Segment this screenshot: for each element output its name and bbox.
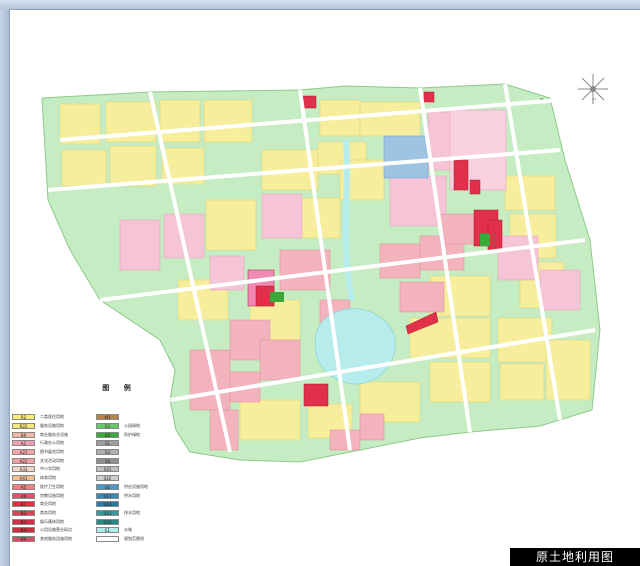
legend-item: S3 <box>96 448 148 457</box>
legend-swatch: B3 <box>12 518 35 525</box>
legend-item: U22 <box>96 517 148 526</box>
legend-item: 规划范围线 <box>96 535 148 544</box>
legend-swatch: S1 <box>96 440 119 447</box>
legend-swatch: U21 <box>96 509 119 516</box>
legend-item: B9 商业服务业设施 <box>12 430 72 439</box>
legend-swatch: R2 <box>12 414 35 421</box>
legend-item: B4 公用设施营业网点 <box>12 526 72 535</box>
legend-label: 医疗卫生用地 <box>40 483 64 489</box>
legend-swatch: A33 <box>12 466 35 473</box>
legend-item: R22 服务设施用地 <box>12 422 72 431</box>
legend-item: U21 排水用地 <box>96 509 148 518</box>
legend-swatch: B2 <box>12 509 35 516</box>
legend-swatch: B9 <box>12 431 35 438</box>
legend-swatch: U1 <box>96 483 119 490</box>
legend-label: 图书展览用地 <box>40 449 64 455</box>
legend-item: B1 商业用地 <box>12 500 72 509</box>
legend-swatch: B1 <box>12 501 35 508</box>
window-left-border <box>0 9 10 566</box>
legend-item: S41 <box>96 465 148 474</box>
legend-swatch: U11 <box>96 492 119 499</box>
legend-swatch: B4 <box>12 527 35 534</box>
legend-swatch: U12 <box>96 501 119 508</box>
legend-item: A33 中小学用地 <box>12 465 72 474</box>
legend-column-right: M1 G1 公园绿地 G2 防护绿地 S1 S3 S4 S41 S42 U1 供应设施用地 U11 供水用… <box>96 413 148 543</box>
window-top-border <box>0 0 640 10</box>
legend-label: 宗教设施用地 <box>40 492 64 498</box>
legend-swatch: A9 <box>12 492 35 499</box>
legend-item: G1 公园绿地 <box>96 422 148 431</box>
legend-item: B9 其他服务设施用地 <box>12 535 72 544</box>
legend-item: R2 二类居住用地 <box>12 413 72 422</box>
legend-item: B3 娱乐康体用地 <box>12 517 72 526</box>
legend-label: 规划范围线 <box>124 535 144 541</box>
legend-item: B2 商务用地 <box>12 509 72 518</box>
legend-item: A5 医疗卫生用地 <box>12 483 72 492</box>
map-title: 原土地利用图 <box>510 548 640 566</box>
legend-swatch: S41 <box>96 466 119 473</box>
legend-label: 供应设施用地 <box>124 483 148 489</box>
legend-label: 行政办公用地 <box>40 440 64 446</box>
legend-item: U1 供应设施用地 <box>96 483 148 492</box>
legend-label: 娱乐康体用地 <box>40 518 64 524</box>
legend-label: 商业服务业设施 <box>40 431 68 437</box>
legend-label: 供水用地 <box>124 492 140 498</box>
legend-title: 图 例 <box>102 384 137 392</box>
legend-item: S1 <box>96 439 148 448</box>
legend-swatch: G1 <box>96 423 119 430</box>
legend-label: 排水用地 <box>124 509 140 515</box>
svg-text:B2: B2 <box>540 97 544 101</box>
legend-item: A41 体育用地 <box>12 474 72 483</box>
legend-label: 公用设施营业网点 <box>40 527 72 533</box>
compass-icon <box>578 74 608 104</box>
legend-item: M1 <box>96 413 148 422</box>
legend-swatch: R22 <box>12 423 35 430</box>
legend-label: 水域 <box>124 527 132 533</box>
legend-label: 二类居住用地 <box>40 414 64 420</box>
gov-block <box>383 135 429 179</box>
legend-item: S42 <box>96 474 148 483</box>
legend-item: U11 供水用地 <box>96 491 148 500</box>
legend-swatch: A1 <box>12 440 35 447</box>
legend-label: 文化活动用地 <box>40 457 64 463</box>
legend-item: A9 宗教设施用地 <box>12 491 72 500</box>
legend-column-left: R2 二类居住用地 R22 服务设施用地 B9 商业服务业设施 A1 行政办公用地 A21 图书展… <box>12 413 72 543</box>
legend-label: 服务设施用地 <box>40 423 64 429</box>
legend-swatch: U22 <box>96 518 119 525</box>
legend-swatch: A22 <box>12 457 35 464</box>
legend-swatch: E1 <box>96 527 119 534</box>
legend-swatch <box>96 535 119 542</box>
legend-label: 体育用地 <box>40 475 56 481</box>
legend-swatch: S3 <box>96 449 119 456</box>
legend-item: G2 防护绿地 <box>96 430 148 439</box>
legend-item: A22 文化活动用地 <box>12 456 72 465</box>
legend-label: 其他服务设施用地 <box>40 535 72 541</box>
legend-label: 商业用地 <box>40 501 56 507</box>
legend-label: 公园绿地 <box>124 423 140 429</box>
map-legend: 图 例 R2 二类居住用地 R22 服务设施用地 B9 商业服务业设施 A1 行政办公用地 A2… <box>12 384 227 551</box>
legend-swatch: A5 <box>12 483 35 490</box>
legend-label: 中小学用地 <box>40 466 60 472</box>
legend-item: U12 <box>96 500 148 509</box>
legend-swatch: B9 <box>12 535 35 542</box>
legend-swatch: A21 <box>12 449 35 456</box>
legend-item: E1 水域 <box>96 526 148 535</box>
legend-swatch: G2 <box>96 431 119 438</box>
legend-swatch: S42 <box>96 475 119 482</box>
legend-item: A21 图书展览用地 <box>12 448 72 457</box>
legend-item: A1 行政办公用地 <box>12 439 72 448</box>
legend-swatch: M1 <box>96 414 119 421</box>
legend-label: 防护绿地 <box>124 431 140 437</box>
legend-item: S4 <box>96 456 148 465</box>
legend-swatch: S4 <box>96 457 119 464</box>
legend-swatch: A41 <box>12 475 35 482</box>
legend-label: 商务用地 <box>40 509 56 515</box>
